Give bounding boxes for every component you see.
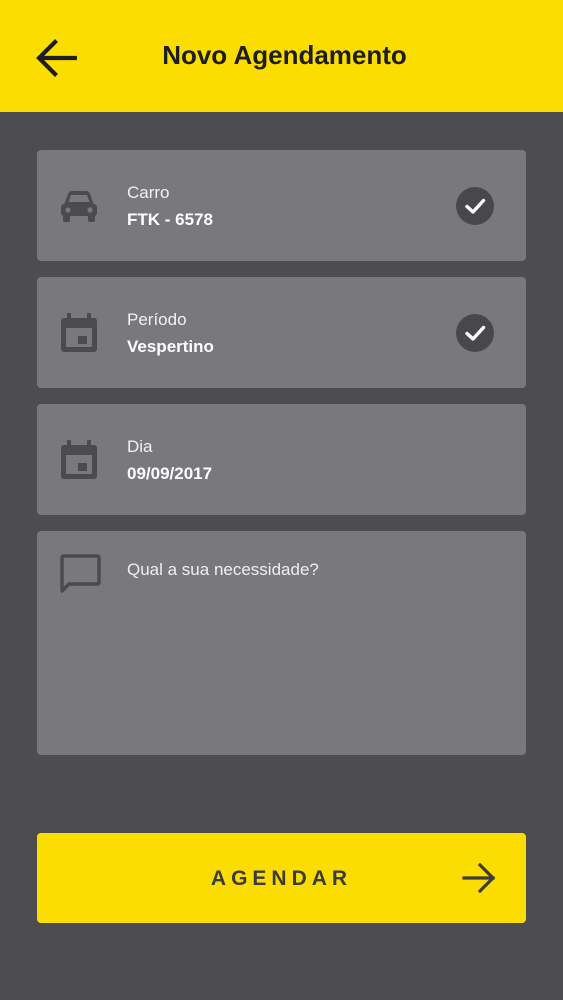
period-field[interactable]: Período Vespertino (37, 277, 526, 388)
chat-bubble-icon (60, 554, 101, 593)
car-icon (61, 191, 97, 222)
period-label: Período (127, 310, 187, 329)
period-value: Vespertino (127, 337, 214, 356)
app-header: Novo Agendamento (0, 0, 563, 112)
schedule-button[interactable]: AGENDAR (37, 833, 526, 923)
calendar-icon (61, 313, 97, 352)
day-field[interactable]: Dia 09/09/2017 (37, 404, 526, 515)
page-title: Novo Agendamento (162, 40, 407, 70)
car-field[interactable]: Carro FTK - 6578 (37, 150, 526, 261)
app-screen: Novo Agendamento Carro FTK - 6578 Períod… (0, 0, 563, 1000)
day-value: 09/09/2017 (127, 464, 213, 483)
need-textarea[interactable]: Qual a sua necessidade? (37, 531, 526, 755)
calendar-icon (61, 440, 97, 479)
day-label: Dia (127, 437, 153, 456)
check-icon (456, 314, 494, 352)
need-placeholder: Qual a sua necessidade? (127, 560, 319, 579)
schedule-button-label: AGENDAR (210, 867, 353, 890)
check-icon (456, 187, 494, 225)
car-label: Carro (127, 183, 170, 202)
arrow-right-icon (462, 862, 496, 894)
car-value: FTK - 6578 (127, 210, 213, 229)
